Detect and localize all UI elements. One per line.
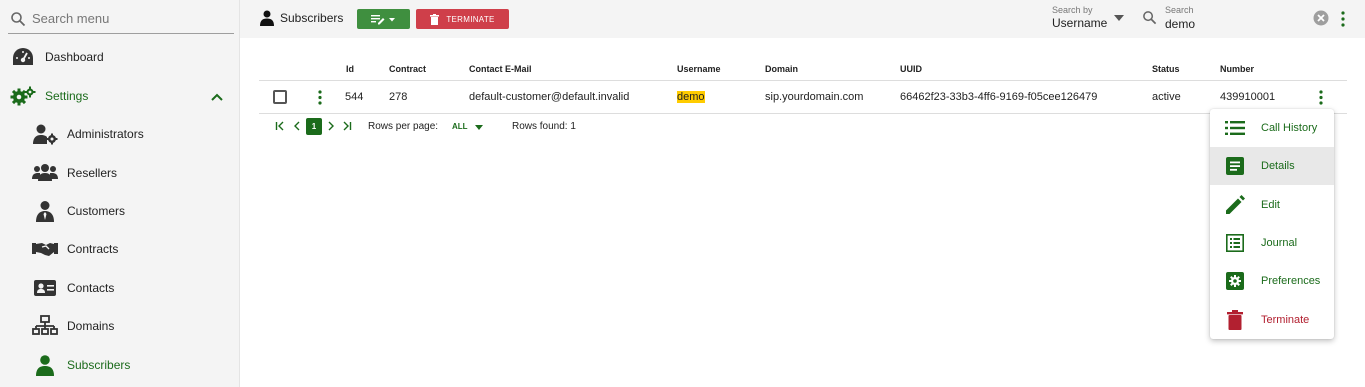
bulk-actions-button[interactable] [357, 9, 410, 29]
pagination: 1 Rows per page: ALL Rows found: 1 [259, 118, 759, 136]
column-header-uuid[interactable]: UUID [900, 64, 922, 74]
sidebar-item-subscribers[interactable]: Subscribers [32, 354, 130, 376]
menu-item-label: Terminate [1261, 314, 1310, 326]
contact-card-icon [32, 277, 58, 299]
menu-item-edit[interactable]: Edit [1210, 186, 1334, 224]
sidebar-item-domains[interactable]: Domains [32, 315, 114, 337]
table-header: Id Contract Contact E-Mail Username Doma… [259, 57, 1347, 81]
subscribers-table: Id Contract Contact E-Mail Username Doma… [259, 57, 1347, 114]
people-group-icon [32, 162, 58, 184]
search-label: Search [1165, 5, 1194, 15]
next-page-icon[interactable] [326, 121, 336, 131]
person-icon [32, 354, 58, 376]
cell-status: active [1152, 91, 1181, 103]
sidebar-item-label: Settings [45, 89, 89, 103]
cell-email: default-customer@default.invalid [469, 91, 630, 103]
gears-icon [10, 85, 36, 107]
search-menu-input[interactable]: Search menu [8, 4, 234, 34]
gear-box-icon [1224, 270, 1246, 292]
dashboard-icon [10, 46, 36, 68]
sidebar-item-resellers[interactable]: Resellers [32, 162, 117, 184]
trash-icon [1224, 309, 1246, 331]
menu-item-terminate[interactable]: Terminate [1210, 301, 1334, 339]
sidebar-item-label: Dashboard [45, 50, 104, 64]
sidebar-item-settings[interactable]: Settings [10, 85, 88, 107]
search-value: demo [1165, 17, 1196, 31]
terminate-button-label: TERMINATE [446, 14, 495, 24]
sidebar-item-customers[interactable]: Customers [32, 200, 125, 222]
cell-id: 544 [345, 91, 364, 103]
search-by-label: Search by [1052, 5, 1093, 15]
document-icon [1224, 155, 1246, 177]
chevron-up-icon[interactable] [210, 90, 224, 104]
sitemap-icon [32, 315, 58, 337]
column-header-contract[interactable]: Contract [389, 64, 426, 74]
sidebar-item-contracts[interactable]: Contracts [32, 238, 118, 260]
person-tie-icon [32, 200, 58, 222]
first-page-icon[interactable] [275, 121, 285, 131]
sidebar-item-label: Subscribers [67, 358, 131, 372]
menu-item-label: Edit [1261, 199, 1280, 211]
dropdown-caret-icon[interactable] [1114, 15, 1124, 21]
column-header-email[interactable]: Contact E-Mail [469, 64, 532, 74]
column-header-status[interactable]: Status [1152, 64, 1180, 74]
terminate-button[interactable]: TERMINATE [416, 9, 509, 29]
column-header-id[interactable]: Id [346, 64, 354, 74]
menu-item-label: Journal [1261, 237, 1298, 249]
journal-list-icon [1224, 232, 1246, 254]
search-menu-placeholder: Search menu [32, 11, 110, 26]
sidebar-item-label: Customers [67, 204, 126, 218]
sidebar-item-administrators[interactable]: Administrators [32, 123, 144, 145]
row-checkbox[interactable] [273, 90, 287, 104]
menu-item-label: Details [1261, 160, 1295, 172]
rows-per-page-label: Rows per page: [368, 121, 439, 132]
person-icon [260, 10, 274, 26]
trash-icon [430, 13, 440, 25]
cell-domain: sip.yourdomain.com [765, 91, 864, 103]
handshake-icon [32, 238, 58, 260]
menu-item-preferences[interactable]: Preferences [1210, 262, 1334, 300]
sidebar-item-label: Resellers [67, 166, 118, 180]
sidebar: Search menu Dashboard Settings Administr… [0, 0, 240, 387]
menu-item-label: Call History [1261, 122, 1318, 134]
sidebar-item-dashboard[interactable]: Dashboard [10, 46, 104, 68]
menu-item-journal[interactable]: Journal [1210, 224, 1334, 262]
dropdown-caret-icon[interactable] [475, 125, 483, 130]
menu-item-call-history[interactable]: Call History [1210, 109, 1334, 147]
more-vert-icon[interactable] [1340, 11, 1346, 27]
cell-uuid: 66462f23-33b3-4ff6-9169-f05cee126479 [900, 91, 1098, 103]
prev-page-icon[interactable] [292, 121, 302, 131]
sidebar-item-contacts[interactable]: Contacts [32, 277, 114, 299]
page-title-text: Subscribers [280, 11, 344, 25]
more-vert-icon[interactable] [1318, 90, 1324, 105]
search-icon [1143, 11, 1157, 25]
menu-item-details[interactable]: Details [1210, 147, 1334, 185]
column-header-number[interactable]: Number [1220, 64, 1254, 74]
rows-found: Rows found: 1 [512, 121, 576, 132]
rows-per-page-select[interactable]: ALL [452, 122, 468, 131]
search-icon [11, 11, 26, 26]
cell-username: demo [677, 91, 705, 103]
pencil-icon [1224, 194, 1246, 216]
sidebar-item-label: Administrators [67, 127, 144, 141]
cell-number: 439910001 [1220, 91, 1276, 103]
page-title: Subscribers [260, 10, 343, 26]
edit-list-icon [370, 15, 395, 25]
last-page-icon[interactable] [342, 121, 352, 131]
current-page-button[interactable]: 1 [306, 118, 322, 135]
row-action-menu: Call History Details Edit Journal Prefer… [1210, 109, 1334, 339]
sidebar-item-label: Domains [67, 319, 115, 333]
sidebar-item-label: Contracts [67, 242, 119, 256]
more-vert-icon[interactable] [317, 90, 323, 105]
column-header-domain[interactable]: Domain [765, 64, 798, 74]
table-row[interactable]: 544 278 default-customer@default.invalid… [259, 81, 1347, 114]
admin-gear-icon [32, 123, 58, 145]
sidebar-item-label: Contacts [67, 281, 115, 295]
column-header-username[interactable]: Username [677, 64, 721, 74]
list-icon [1224, 117, 1246, 139]
clear-icon[interactable] [1313, 10, 1329, 26]
menu-item-label: Preferences [1261, 275, 1321, 287]
cell-contract: 278 [389, 91, 408, 103]
toolbar: Subscribers TERMINATE Search by Username… [240, 0, 1365, 38]
